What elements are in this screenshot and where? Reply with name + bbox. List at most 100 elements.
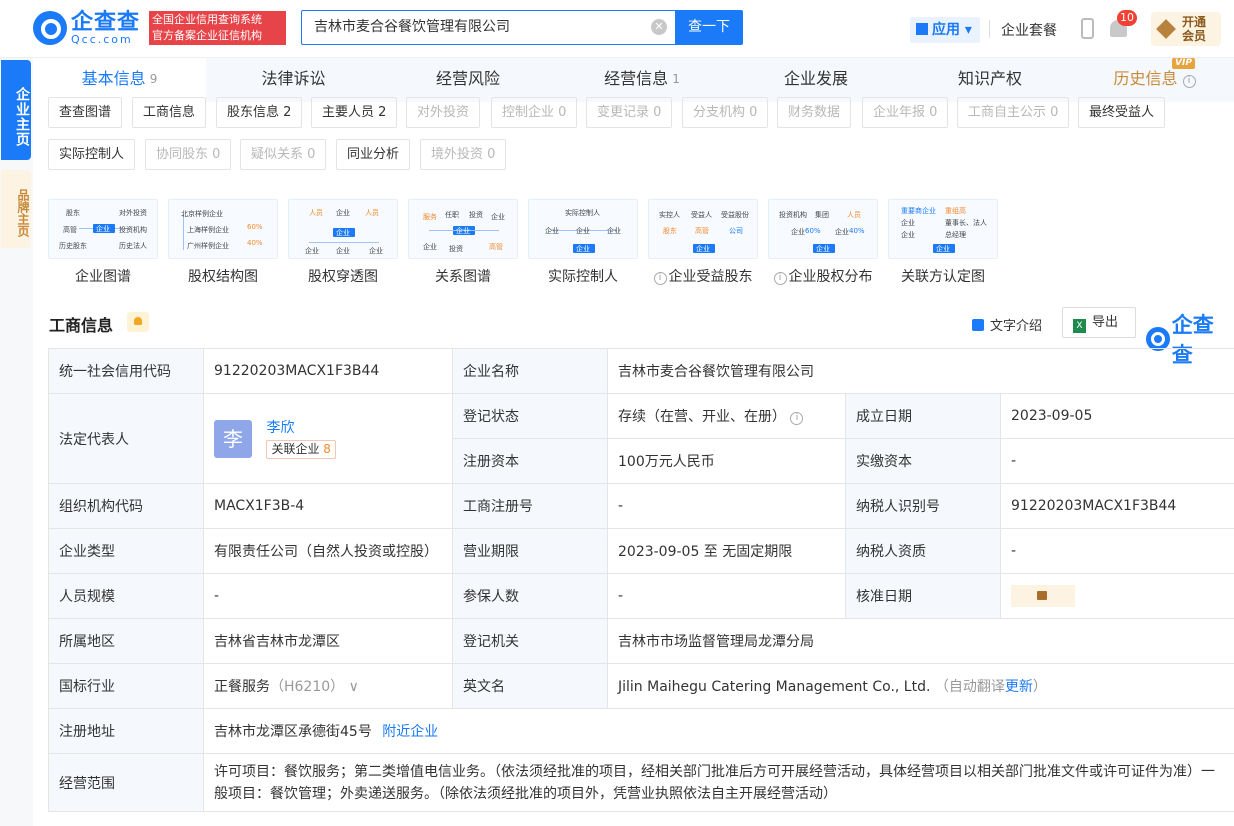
tab-label: 经营信息	[604, 69, 669, 88]
qcc-logo[interactable]: 企查查 Qcc.com	[33, 11, 140, 45]
card-equity-structure[interactable]: 北京样例企业 上海样例企业 广州样例企业 60% 40%	[168, 199, 278, 259]
chip-self-disclosure[interactable]: 工商自主公示 0	[957, 97, 1070, 128]
industry-value[interactable]: 正餐服务（H6210） ∨	[203, 663, 453, 709]
export-label: 导出	[1092, 315, 1119, 330]
card-label-distribution[interactable]: i 企业股权分布	[768, 266, 878, 286]
info-icon[interactable]: i	[790, 412, 804, 425]
tab-basic-info[interactable]: 基本信息 9	[33, 58, 206, 102]
card-text: 40%	[849, 227, 865, 235]
info-icon: i	[773, 272, 787, 285]
org-code-value: MACX1F3B-4	[203, 483, 453, 529]
card-label[interactable]: 企业图谱	[48, 266, 158, 286]
main-tabs: 基本信息 9 法律诉讼 经营风险 经营信息 1 企业发展 知识产权 历史信息 i	[33, 58, 1234, 102]
tab-legal[interactable]: 法律诉讼	[206, 58, 381, 102]
chip-key-personnel[interactable]: 主要人员 2	[311, 97, 398, 128]
apps-icon	[916, 23, 928, 35]
card-label[interactable]: 实际控制人	[528, 266, 638, 286]
found-date-key: 成立日期	[845, 393, 1001, 439]
card-text: 企业	[305, 247, 319, 255]
lock-icon[interactable]	[1011, 585, 1075, 607]
chip-overseas-investment[interactable]: 境外投资 0	[420, 139, 507, 170]
card-label[interactable]: 股权穿透图	[288, 266, 398, 286]
tax-qual-key: 纳税人资质	[845, 528, 1001, 574]
card-label[interactable]: 关系图谱	[408, 266, 518, 286]
related-companies-badge[interactable]: 关联企业 8	[266, 439, 336, 459]
chip-annual-report[interactable]: 企业年报 0	[862, 97, 949, 128]
excel-icon: X	[1073, 319, 1086, 333]
card-beneficiary[interactable]: 实控人 受益人 受益股份 股东 高管 公司 企业	[648, 199, 758, 259]
word-intro-label: 文字介绍	[990, 319, 1043, 334]
scope-key: 经营范围	[48, 753, 204, 812]
tab-operation[interactable]: 经营信息 1	[555, 58, 729, 102]
industry-key: 国标行业	[48, 663, 204, 709]
chip-actual-controller[interactable]: 实际控制人	[48, 139, 136, 170]
tab-risk[interactable]: 经营风险	[381, 58, 555, 102]
card-text: 公司	[729, 227, 743, 235]
chevron-down-icon[interactable]: ∨	[349, 679, 359, 695]
chip-industry-analysis[interactable]: 同业分析	[336, 139, 411, 170]
update-link[interactable]: 更新	[1005, 679, 1033, 695]
chip-chacha-graph[interactable]: 查查图谱	[48, 97, 123, 128]
card-equity-distribution[interactable]: 投资机构 集团 人员 企业 60% 企业 40% 企业	[768, 199, 878, 259]
vip-button[interactable]: 开通会员	[1151, 12, 1221, 46]
package-link[interactable]: 企业套餐	[1001, 20, 1057, 40]
bell-icon[interactable]	[127, 312, 149, 332]
tab-history[interactable]: 历史信息 i	[1077, 58, 1234, 102]
chip-business-info[interactable]: 工商信息	[132, 97, 207, 128]
export-button[interactable]: X 导出	[1062, 307, 1136, 338]
tax-id-value: 91220203MACX1F3B44	[999, 483, 1234, 529]
card-label-beneficiary[interactable]: i 企业受益股东	[648, 266, 758, 286]
card-text: 企业	[835, 228, 849, 236]
chip-ultimate-beneficiary[interactable]: 最终受益人	[1078, 97, 1166, 128]
sidebar-item-company-home[interactable]: 企业主页	[1, 60, 31, 160]
chip-financial[interactable]: 财务数据	[777, 97, 852, 128]
clear-icon[interactable]: ✕	[651, 19, 667, 35]
apps-menu[interactable]: 应用 ▾	[910, 17, 980, 43]
tab-development[interactable]: 企业发展	[729, 58, 903, 102]
tab-label: 经营风险	[435, 69, 500, 88]
industry-code: （H6210）	[270, 679, 345, 695]
card-relation-graph[interactable]: 服务 任职 投资 企业 企业 企业 投资 高管	[408, 199, 518, 259]
staff-size-key: 人员规模	[48, 573, 204, 619]
search-input[interactable]: 吉林市麦合谷餐饮管理有限公司	[301, 10, 675, 45]
card-label: 企业股权分布	[788, 269, 873, 285]
card-company-graph[interactable]: 股东 对外投资 高管 企业 投资机构 历史股东 历史法人	[48, 199, 158, 259]
card-text: 投资机构	[119, 226, 147, 234]
chip-investment[interactable]: 对外投资	[406, 97, 481, 128]
word-intro-button[interactable]: 文字介绍	[972, 315, 1042, 334]
card-text: 企业	[456, 227, 470, 235]
card-related-party[interactable]: 重要商企业 重组高 企业 董事长、法人 企业 总经理 企业	[888, 199, 998, 259]
card-text: 企业	[936, 245, 950, 253]
card-text: 任职	[445, 211, 459, 219]
chip-controlled[interactable]: 控制企业 0	[491, 97, 578, 128]
card-text: 企业	[576, 227, 590, 235]
card-equity-penetration[interactable]: 人员 企业 人员 企业 企业 企业 企业	[288, 199, 398, 259]
card-text: 投资	[449, 245, 463, 253]
tax-id-key: 纳税人识别号	[845, 483, 1001, 529]
card-text: 集团	[815, 211, 829, 219]
tab-label: 企业发展	[783, 69, 848, 88]
notification-badge: 10	[1117, 10, 1137, 26]
chip-changes[interactable]: 变更记录 0	[586, 97, 673, 128]
card-actual-controller[interactable]: 实际控制人 企业 企业 企业 企业	[528, 199, 638, 259]
chip-branches[interactable]: 分支机构 0	[682, 97, 769, 128]
chip-shareholders[interactable]: 股东信息 2	[216, 97, 303, 128]
chip-cooperating-shareholders[interactable]: 协同股东 0	[145, 139, 232, 170]
legal-rep-name[interactable]: 李欣	[266, 420, 294, 436]
table-row: 法定代表人 李 李欣 关联企业 8 登记状态 存续（在营、开业、在册） i 成立…	[48, 393, 1234, 484]
sidebar-item-brand-home[interactable]: 品牌主页	[1, 170, 31, 248]
tab-ip[interactable]: 知识产权	[903, 58, 1077, 102]
paid-capital-value: -	[999, 438, 1234, 484]
card-text: 人员	[365, 209, 379, 217]
card-text: 企业	[816, 245, 830, 253]
top-header: 企查查 Qcc.com 全国企业信用查询系统 官方备案企业征信机构 吉林市麦合谷…	[0, 0, 1234, 58]
divider	[989, 20, 990, 38]
search-button[interactable]: 查一下	[675, 10, 743, 45]
card-label[interactable]: 股权结构图	[168, 266, 278, 286]
chip-suspected-relations[interactable]: 疑似关系 0	[240, 139, 327, 170]
card-label[interactable]: 关联方认定图	[888, 266, 998, 286]
nearby-companies-link[interactable]: 附近企业	[382, 724, 438, 740]
phone-icon[interactable]	[1081, 18, 1094, 39]
slogan-line1: 全国企业信用查询系统	[152, 13, 262, 26]
insured-value: -	[607, 573, 846, 619]
